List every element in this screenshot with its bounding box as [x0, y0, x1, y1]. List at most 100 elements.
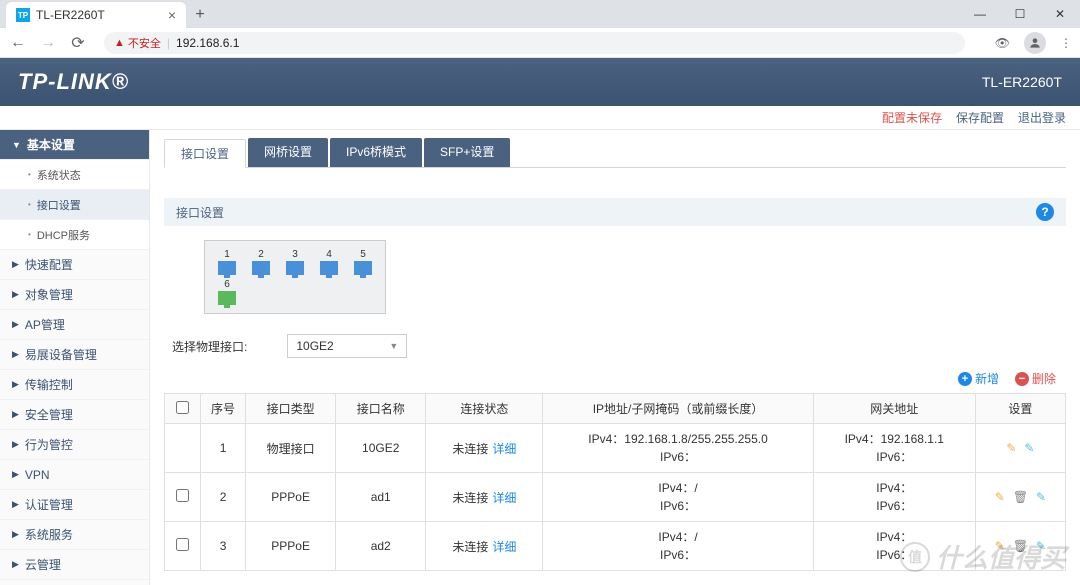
select-all-checkbox[interactable] — [176, 401, 189, 414]
ethernet-port-icon — [218, 261, 236, 275]
sidebar-item[interactable]: ▼基本设置 — [0, 130, 149, 160]
cell-gateway: IPv4：IPv6： — [813, 473, 975, 522]
cell-status: 未连接详细 — [426, 522, 543, 571]
sidebar-item[interactable]: ▶快速配置 — [0, 250, 149, 280]
physical-port-label: 选择物理接口: — [172, 338, 247, 355]
status-bar: 配置未保存 保存配置 退出登录 — [0, 106, 1080, 130]
row-actions: ✎ 🗑 ✎ — [980, 539, 1061, 553]
column-header — [165, 394, 201, 424]
table-row: 3 PPPoE ad2 未连接详细 IPv4：/IPv6： IPv4：IPv6：… — [165, 522, 1066, 571]
port-3[interactable]: 3 — [285, 249, 305, 275]
table-actions: + 新增 − 删除 — [164, 364, 1066, 393]
cell-no: 2 — [201, 473, 246, 522]
sidebar-subitem[interactable]: •接口设置 — [0, 190, 149, 220]
caret-icon: ▶ — [12, 469, 19, 480]
incognito-icon[interactable]: 👁 — [995, 36, 1010, 50]
port-2[interactable]: 2 — [251, 249, 271, 275]
add-button[interactable]: + 新增 — [958, 370, 999, 387]
model-label: TL-ER2260T — [982, 74, 1062, 90]
cell-name: ad2 — [336, 522, 426, 571]
detail-link[interactable]: 详细 — [492, 540, 516, 554]
link-icon[interactable]: ✎ — [1036, 539, 1046, 553]
sidebar-subitem[interactable]: •DHCP服务 — [0, 220, 149, 250]
content-tab[interactable]: 接口设置 — [164, 139, 246, 168]
unsaved-label: 配置未保存 — [882, 109, 942, 126]
link-icon[interactable]: ✎ — [1036, 490, 1046, 504]
sidebar-item[interactable]: ▶认证管理 — [0, 490, 149, 520]
delete-button[interactable]: − 删除 — [1015, 370, 1056, 387]
detail-link[interactable]: 详细 — [492, 491, 516, 505]
tab-title: TL-ER2260T — [36, 8, 105, 22]
row-checkbox[interactable] — [176, 538, 189, 551]
caret-icon: ▶ — [12, 409, 19, 420]
maximize-button[interactable]: ☐ — [1000, 0, 1040, 28]
column-header: 序号 — [201, 394, 246, 424]
chevron-down-icon: ▼ — [389, 341, 398, 351]
row-checkbox[interactable] — [176, 489, 189, 502]
ethernet-port-icon — [286, 261, 304, 275]
edit-icon[interactable]: ✎ — [1006, 441, 1016, 455]
warning-icon: ▲ — [114, 37, 125, 49]
port-5[interactable]: 5 — [353, 249, 373, 275]
sidebar-item[interactable]: ▶对象管理 — [0, 280, 149, 310]
sidebar-item[interactable]: ▶安全管理 — [0, 400, 149, 430]
column-header: IP地址/子网掩码（或前缀长度） — [543, 394, 813, 424]
logout-link[interactable]: 退出登录 — [1018, 109, 1066, 126]
cell-gateway: IPv4：IPv6： — [813, 522, 975, 571]
profile-avatar[interactable] — [1024, 32, 1046, 54]
content-tab[interactable]: 网桥设置 — [248, 138, 328, 167]
close-icon[interactable]: × — [168, 7, 176, 23]
menu-icon[interactable]: ⋮ — [1060, 36, 1072, 50]
row-actions: ✎ 🗑 ✎ — [980, 490, 1061, 504]
ethernet-port-icon — [252, 261, 270, 275]
close-window-button[interactable]: ✕ — [1040, 0, 1080, 28]
caret-icon: ▶ — [12, 499, 19, 510]
content-tab[interactable]: IPv6桥模式 — [330, 138, 422, 167]
sidebar-subitem[interactable]: •系统状态 — [0, 160, 149, 190]
port-6[interactable]: 6 — [217, 279, 237, 305]
new-tab-button[interactable]: + — [186, 2, 214, 28]
port-1[interactable]: 1 — [217, 249, 237, 275]
sidebar-item[interactable]: ▶传输控制 — [0, 370, 149, 400]
caret-icon: ▶ — [12, 349, 19, 360]
cell-type: 物理接口 — [246, 424, 336, 473]
trash-icon[interactable]: 🗑 — [1013, 539, 1028, 553]
content-tab[interactable]: SFP+设置 — [424, 138, 510, 167]
sidebar-item[interactable]: ▶系统服务 — [0, 520, 149, 550]
cell-name: ad1 — [336, 473, 426, 522]
url-input[interactable]: ▲ 不安全 | 192.168.6.1 — [104, 32, 965, 54]
address-bar: ← → ⟳ ▲ 不安全 | 192.168.6.1 👁 ⋮ — [0, 28, 1080, 58]
caret-icon: ▶ — [12, 559, 19, 570]
back-icon[interactable]: ← — [8, 34, 28, 52]
browser-tab[interactable]: TP TL-ER2260T × — [6, 2, 186, 28]
main-content: 接口设置网桥设置IPv6桥模式SFP+设置 接口设置 ? 12345 6 选择物… — [150, 130, 1080, 585]
sidebar-item[interactable]: ▶VPN — [0, 460, 149, 490]
row-actions: ✎✎ — [980, 441, 1061, 455]
sidebar-item[interactable]: ▶行为管控 — [0, 430, 149, 460]
sidebar: ▼基本设置•系统状态•接口设置•DHCP服务▶快速配置▶对象管理▶AP管理▶易展… — [0, 130, 150, 585]
forward-icon[interactable]: → — [38, 34, 58, 52]
physical-port-select[interactable]: 10GE2 ▼ — [287, 334, 407, 358]
minimize-button[interactable]: — — [960, 0, 1000, 28]
help-icon[interactable]: ? — [1036, 203, 1054, 221]
cell-status: 未连接详细 — [426, 473, 543, 522]
url-text: 192.168.6.1 — [176, 36, 239, 50]
detail-link[interactable]: 详细 — [492, 442, 516, 456]
table-row: 1 物理接口 10GE2 未连接详细 IPv4：192.168.1.8/255.… — [165, 424, 1066, 473]
cell-name: 10GE2 — [336, 424, 426, 473]
port-4[interactable]: 4 — [319, 249, 339, 275]
edit-icon[interactable]: ✎ — [995, 490, 1005, 504]
sidebar-item[interactable]: ▶AP管理 — [0, 310, 149, 340]
sidebar-item[interactable]: ▶易展设备管理 — [0, 340, 149, 370]
reload-icon[interactable]: ⟳ — [68, 33, 88, 53]
save-config-link[interactable]: 保存配置 — [956, 109, 1004, 126]
cell-status: 未连接详细 — [426, 424, 543, 473]
edit-icon[interactable]: ✎ — [995, 539, 1005, 553]
browser-tab-strip: TP TL-ER2260T × + — ☐ ✕ — [0, 0, 1080, 28]
link-icon[interactable]: ✎ — [1024, 441, 1034, 455]
sidebar-item[interactable]: ▶云管理 — [0, 550, 149, 580]
caret-icon: ▶ — [12, 439, 19, 450]
trash-icon[interactable]: 🗑 — [1013, 490, 1028, 504]
sidebar-item[interactable]: ▶系统工具 — [0, 580, 149, 585]
caret-icon: ▼ — [12, 140, 21, 150]
